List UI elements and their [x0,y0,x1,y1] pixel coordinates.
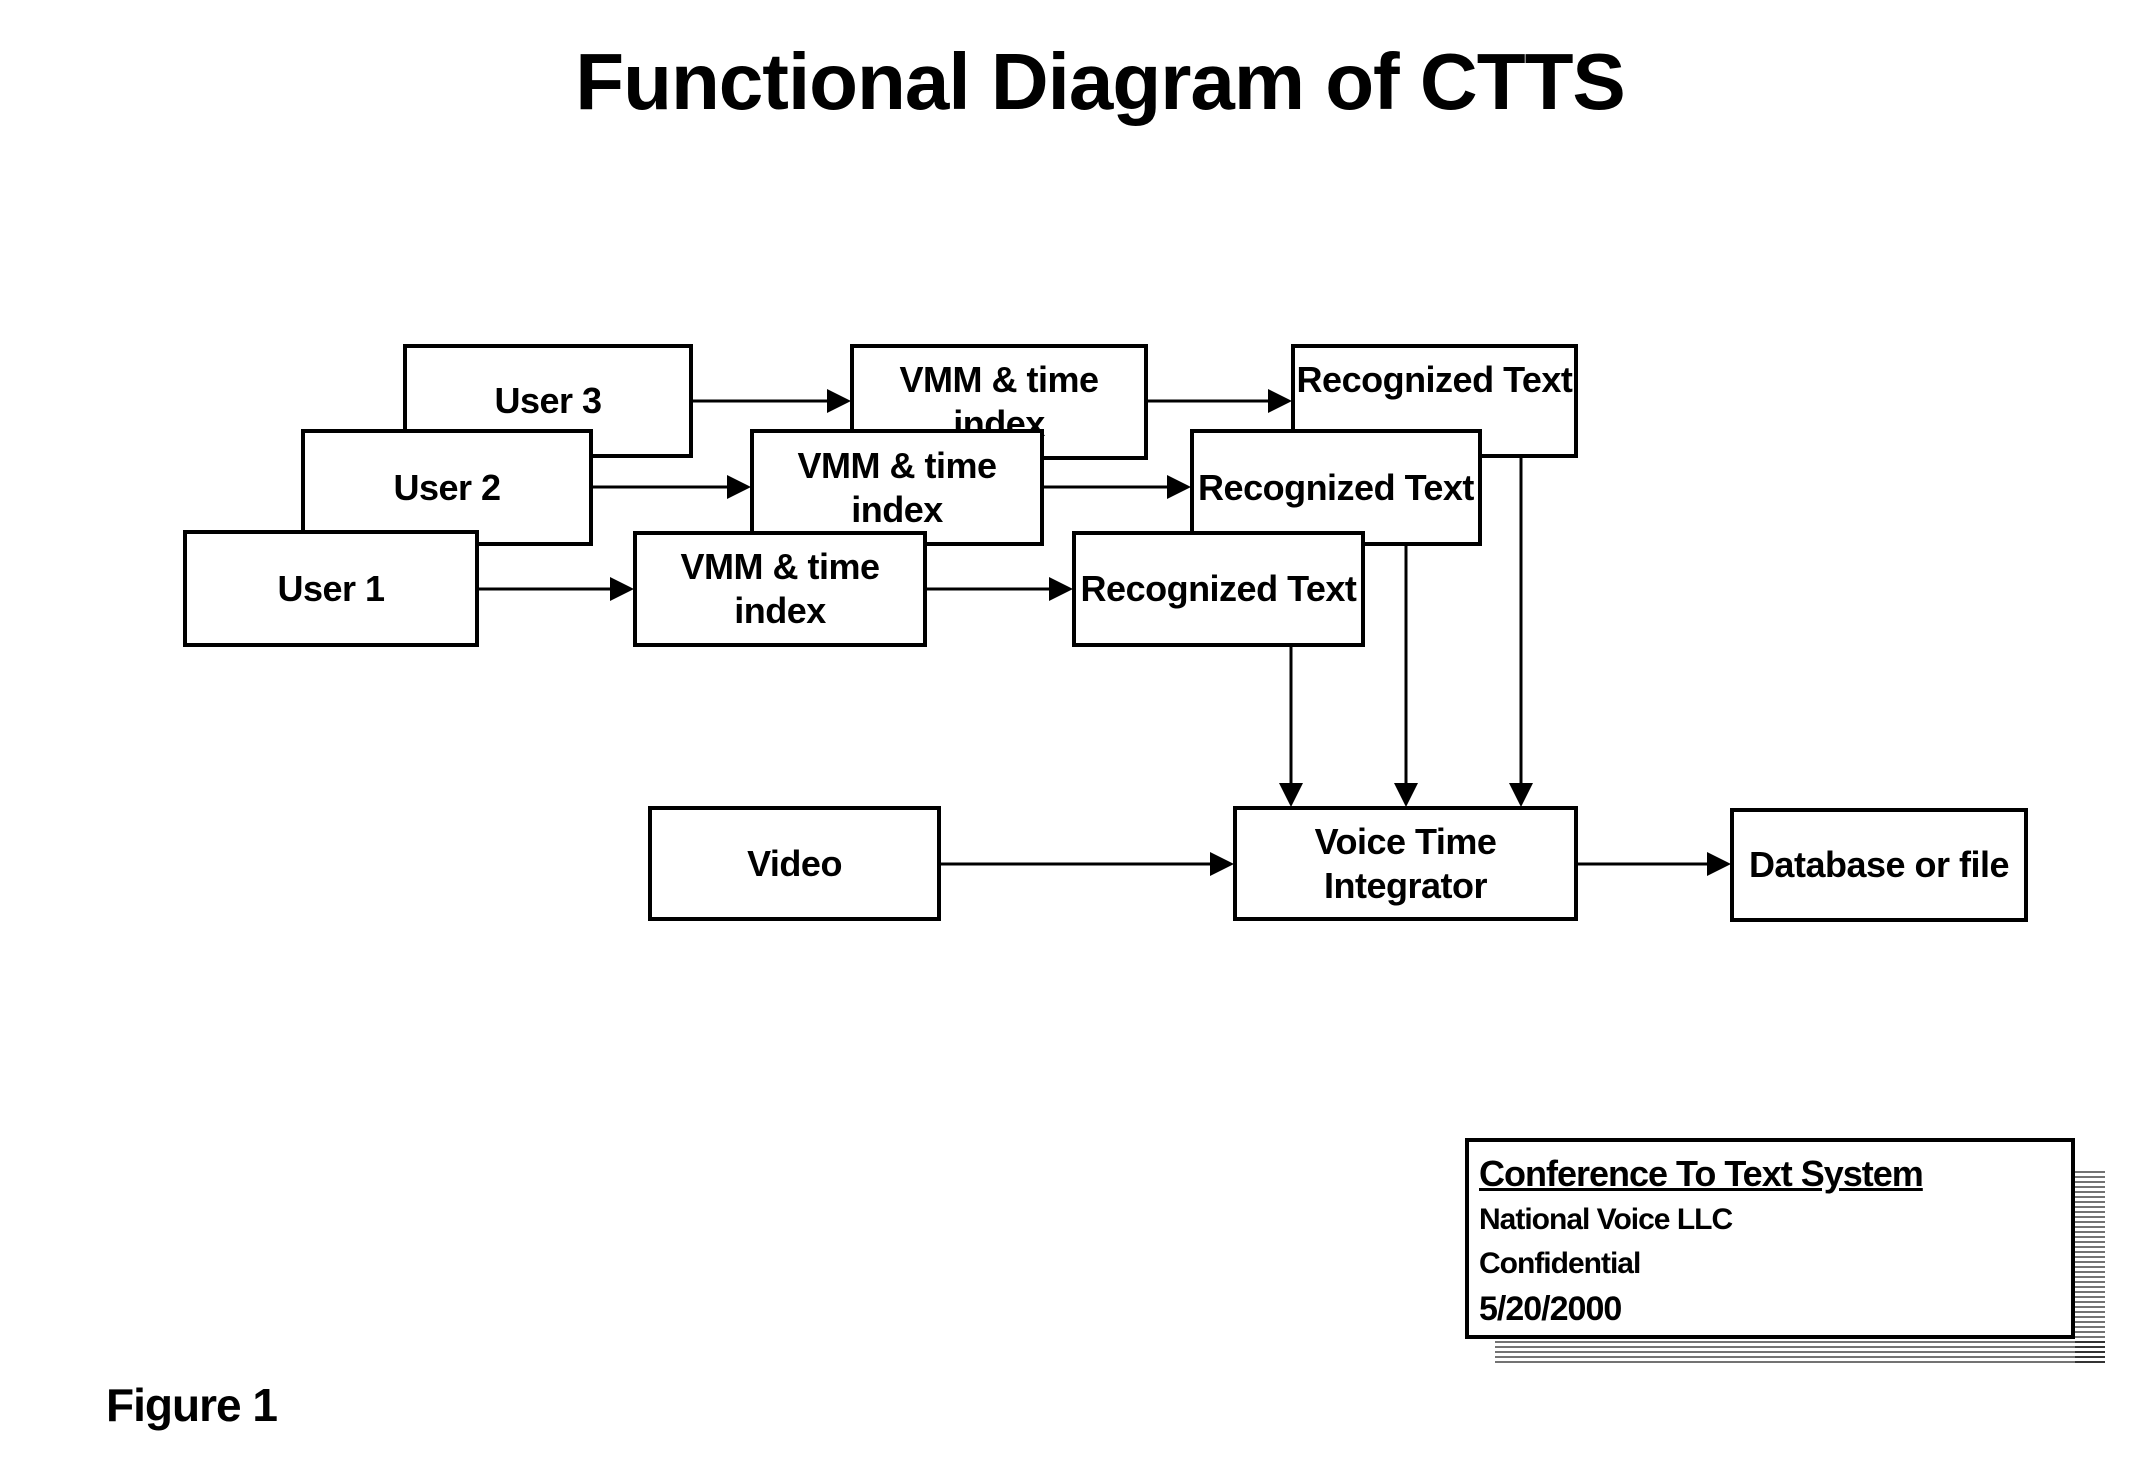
node-user-1: User 1 [183,530,479,647]
node-label: User 2 [393,466,501,508]
company-name: National Voice LLC [1479,1203,1733,1236]
node-label: VMM & time index [797,444,997,530]
figure-label: Figure 1 [106,1379,278,1431]
node-voice-time-integrator: Voice Time Integrator [1233,806,1578,921]
title-block: Conference To Text System National Voice… [1465,1138,2075,1339]
classification: Confidential [1479,1247,1641,1280]
node-label: VMM & time index [680,546,880,631]
system-name: Conference To Text System [1479,1153,1924,1194]
node-vmm-1: VMM & time index [633,531,927,647]
legend-shadow-right [2075,1168,2105,1363]
node-label: User 1 [277,567,385,609]
node-label: Video [747,842,842,884]
node-recognized-text-1: Recognized Text [1072,531,1365,647]
node-label: Recognized Text [1080,568,1357,609]
node-label: Recognized Text [1198,466,1474,508]
date: 5/20/2000 [1479,1290,1622,1328]
legend-shadow-bottom [1495,1339,2105,1363]
node-user-2: User 2 [301,429,593,546]
node-database-or-file: Database or file [1730,808,2028,922]
node-video: Video [648,806,941,921]
node-label: Recognized Text [1296,359,1573,400]
node-label: Database or file [1748,844,2010,885]
node-vmm-2: VMM & time index [750,429,1044,546]
node-label: User 3 [494,380,602,421]
node-recognized-text-2: Recognized Text [1190,429,1482,546]
node-label: Voice Time Integrator [1314,820,1497,906]
